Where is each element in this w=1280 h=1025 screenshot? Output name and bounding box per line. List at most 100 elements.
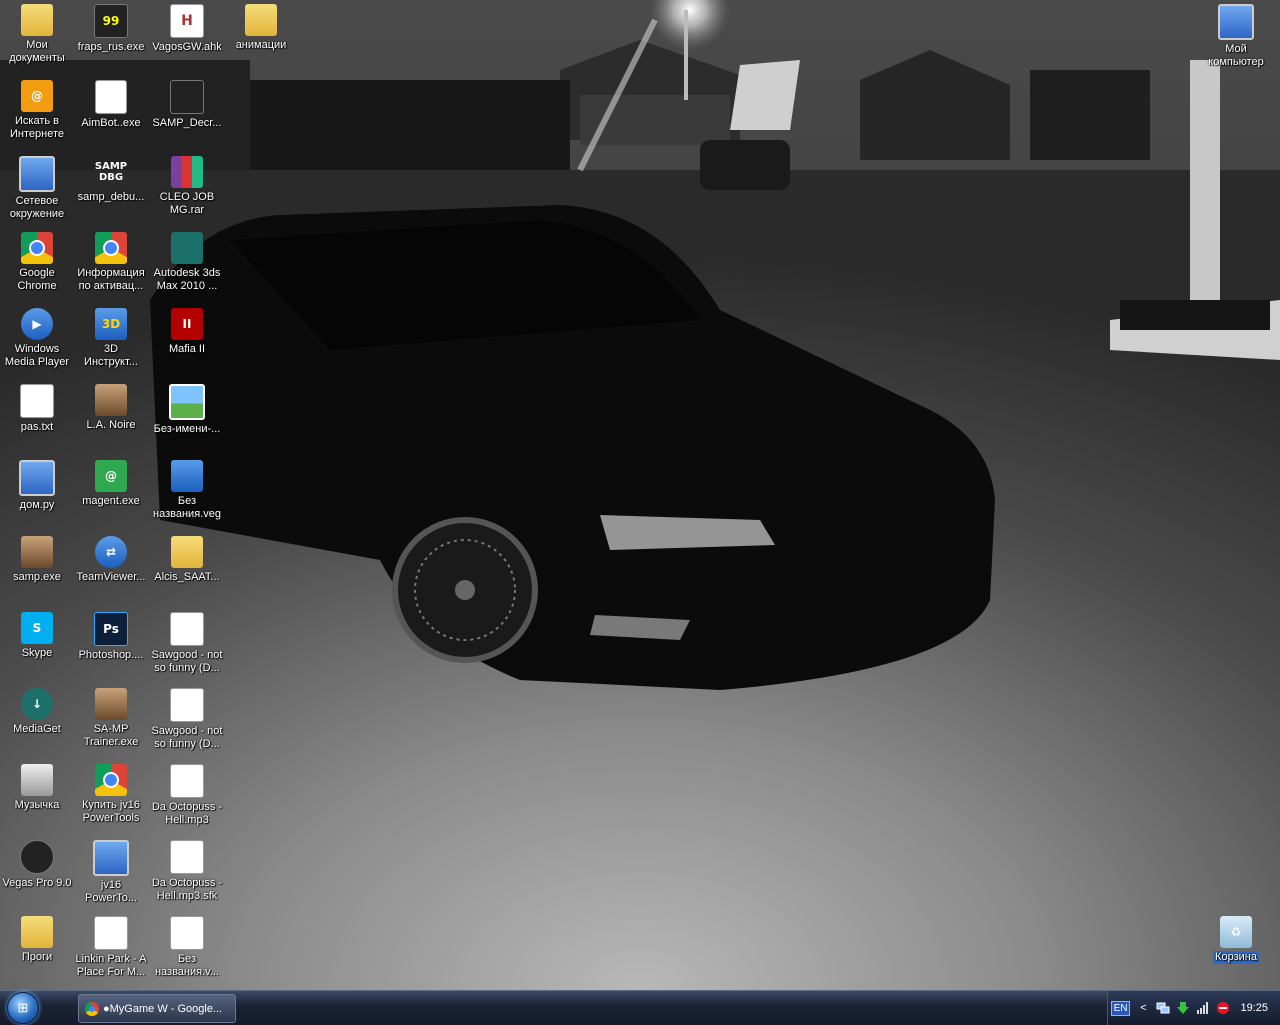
icon-label: samp_debu... [77,191,145,203]
desktop-icon-animations[interactable]: анимации [224,4,298,52]
chrome-icon [95,764,127,796]
mail-agent-icon: @ [95,460,127,492]
desktop-icon-linkin-park[interactable]: MP3 Linkin Park - A Place For M... [74,916,148,979]
desktop-icon-buy-jv16[interactable]: Купить jv16 PowerTools [74,764,148,825]
icon-label: pas.txt [20,421,54,433]
desktop-icon-3d-instructor[interactable]: 3D 3D Инструкт... [74,308,148,369]
desktop-icon-search-internet[interactable]: @ Искать в Интернете [0,80,74,141]
desktop-icon-network-places[interactable]: Сетевое окружение [0,156,74,221]
icon-label: Skype [21,647,53,659]
icon-label: VagosGW.ahk [152,41,222,53]
desktop-icon-samp-decr[interactable]: SAMP_Decr... [150,80,224,130]
start-button[interactable]: ⊞ [0,991,46,1025]
download-icon[interactable] [1176,1001,1190,1015]
game-character-icon [95,688,127,720]
desktop-icon-google-chrome[interactable]: Google Chrome [0,232,74,293]
icon-label: L.A. Noire [86,419,136,431]
teamviewer-icon: ⇄ [95,536,127,568]
desktop-icon-windows-media-player[interactable]: ▶ Windows Media Player [0,308,74,369]
desktop-icon-teamviewer[interactable]: ⇄ TeamViewer... [74,536,148,584]
desktop-icon-my-computer[interactable]: Мой компьютер [1199,4,1273,69]
desktop-icon-la-noire[interactable]: L.A. Noire [74,384,148,432]
desktop-icon-veg-file[interactable]: Без названия.veg [150,460,224,521]
desktop-icon-mafia-2[interactable]: II Mafia II [150,308,224,356]
chrome-icon [95,232,127,264]
mediaget-icon: ↓ [21,688,53,720]
media-player-icon: ▶ [21,308,53,340]
mp3-file-icon: MP3 [170,612,204,646]
taskbar-button-chrome[interactable]: ●MyGame W - Google... [78,994,236,1023]
desktop-icon-samp-debug[interactable]: SAMP DBG samp_debu... [74,156,148,204]
icon-label: дом.ру [19,499,55,511]
desktop-icon-magent[interactable]: @ magent.exe [74,460,148,508]
icon-label: Sawgood - not so funny (D... [151,725,223,750]
desktop-icon-photoshop[interactable]: Ps Photoshop.... [74,612,148,662]
taskbar: ⊞ ●MyGame W - Google... EN < 19:25 [0,990,1280,1025]
clock[interactable]: 19:25 [1240,1002,1268,1014]
skype-icon: S [21,612,53,644]
desktop-icon-my-documents[interactable]: Мои документы [0,4,74,65]
icon-label: jv16 PowerTo... [85,879,137,904]
desktop-icon-music[interactable]: Музычка [0,764,74,812]
vegas-icon [20,840,54,874]
window-app-icon [95,80,127,114]
icon-label: magent.exe [82,495,140,507]
icon-label: Sawgood - not so funny (D... [151,649,223,674]
desktop-icon-3ds-max[interactable]: Autodesk 3ds Max 2010 ... [150,232,224,293]
chevron-left-icon[interactable]: < [1136,1001,1150,1015]
desktop-icon-sawgood-mp3[interactable]: MP3 Sawgood - not so funny (D... [150,612,224,675]
desktop-icon-recycle-bin[interactable]: ♻ Корзина [1199,916,1273,964]
desktop-icon-samp-exe[interactable]: samp.exe [0,536,74,584]
desktop-icon-chrome-info[interactable]: Информация по активац... [74,232,148,293]
desktop-icon-vegas-pro[interactable]: Vegas Pro 9.0 [0,840,74,890]
recycle-bin-icon: ♻ [1220,916,1252,948]
desktop-icon-mediaget[interactable]: ↓ MediaGet [0,688,74,736]
desktop-icon-fraps[interactable]: 99 fraps_rus.exe [74,4,148,54]
desktop-icon-progi[interactable]: Проги [0,916,74,964]
icon-label: Мои документы [9,39,65,64]
script-file-icon: H [170,4,204,38]
alert-icon[interactable] [1216,1001,1230,1015]
desktop-icon-untitled-v[interactable]: Без названия.v... [150,916,224,979]
network-icon [19,156,55,192]
icon-label: Linkin Park - A Place For M... [75,953,147,978]
desktop-icon-jv16[interactable]: jv16 PowerTo... [74,840,148,905]
icon-label: MediaGet [13,723,61,735]
taskbar-button-label: ●MyGame W - Google... [103,1002,223,1015]
desktop-icon-alcis-folder[interactable]: Alcis_SAAT... [150,536,224,584]
documents-folder-icon [21,4,53,36]
desktop-icon-octopuss-sfk[interactable]: Da Octopuss - Hell.mp3.sfk [150,840,224,903]
windows-logo-icon: ⊞ [7,992,39,1024]
icon-label: SAMP_Decr... [152,117,222,129]
3ds-max-icon [171,232,203,264]
icon-label: Без названия.veg [153,495,221,520]
network-icon[interactable] [1156,1001,1170,1015]
desktop-icon-skype[interactable]: S Skype [0,612,74,660]
folder-icon [21,916,53,948]
signal-icon[interactable] [1196,1001,1210,1015]
desktop-icon-sawgood-file[interactable]: Sawgood - not so funny (D... [150,688,224,751]
desktop-icon-vagosgw[interactable]: H VagosGW.ahk [150,4,224,54]
desktop-icon-octopuss-mp3[interactable]: MP3 Da Octopuss - Hell.mp3 [150,764,224,827]
fraps-icon: 99 [94,4,128,38]
icon-label: Mafia II [168,343,206,355]
desktop-icon-image-untitled[interactable]: Без-имени-... [150,384,224,436]
language-indicator[interactable]: EN [1110,1000,1131,1016]
icon-label: Google Chrome [17,267,57,292]
desktop-icon-cleo-rar[interactable]: CLEO JOB MG.rar [150,156,224,217]
photoshop-icon: Ps [94,612,128,646]
image-file-icon [169,384,205,420]
folder-icon [245,4,277,36]
windows-file-icon [170,916,204,950]
desktop-icon-pas-txt[interactable]: pas.txt [0,384,74,434]
3d-instructor-icon: 3D [95,308,127,340]
icon-label: Информация по активац... [77,267,145,292]
desktop-icon-samp-trainer[interactable]: SA-MP Trainer.exe [74,688,148,749]
windows-file-icon [170,840,204,874]
desktop-icon-dom-ru[interactable]: дом.ру [0,460,74,512]
icon-label: CLEO JOB MG.rar [159,191,215,216]
icon-label: Искать в Интернете [10,115,64,140]
icon-label: samp.exe [13,571,61,583]
rar-archive-icon [171,156,203,188]
desktop-icon-aimbot[interactable]: AimBot..exe [74,80,148,130]
